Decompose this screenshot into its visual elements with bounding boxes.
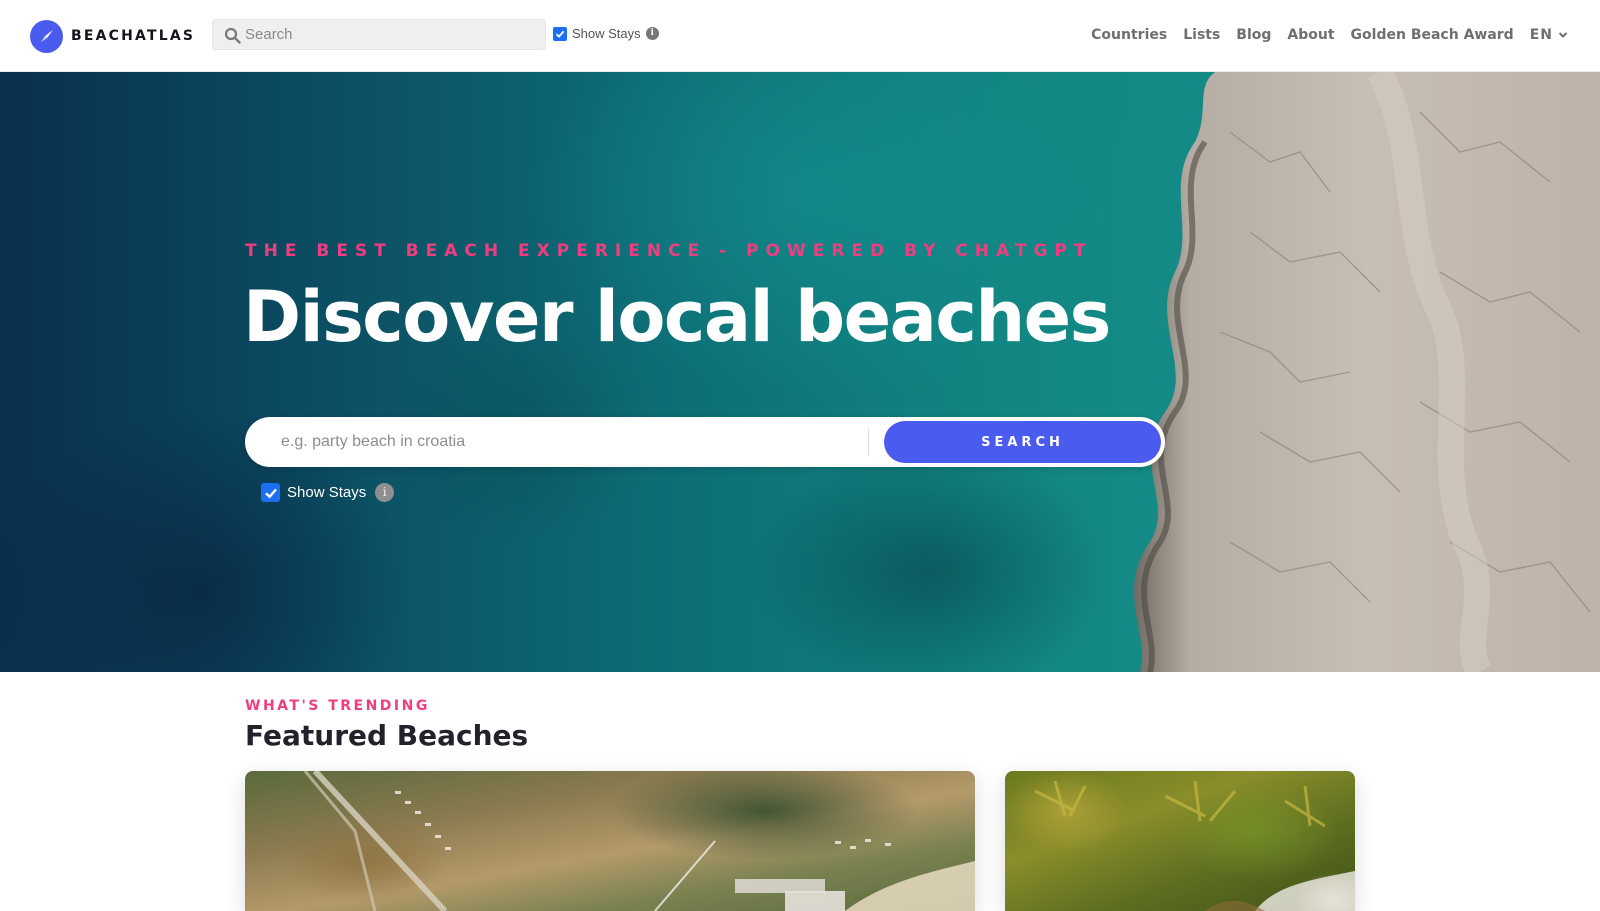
- hero-content: THE BEST BEACH EXPERIENCE - POWERED BY C…: [243, 72, 1245, 672]
- nav-link-blog[interactable]: Blog: [1236, 27, 1271, 43]
- section-eyebrow: WHAT'S TRENDING: [245, 698, 430, 714]
- language-selector[interactable]: EN: [1530, 27, 1568, 43]
- main-menu: Countries Lists Blog About Golden Beach …: [1075, 24, 1568, 46]
- nav-link-golden-beach-award[interactable]: Golden Beach Award: [1351, 27, 1514, 43]
- header-show-stays-label[interactable]: Show Stays: [572, 26, 641, 41]
- hero-show-stays-label[interactable]: Show Stays: [287, 484, 366, 501]
- nav-link-lists[interactable]: Lists: [1183, 27, 1220, 43]
- hero-show-stays-checkbox[interactable]: [261, 483, 280, 502]
- featured-beach-card[interactable]: [245, 771, 975, 911]
- beach-aerial-photo: [303, 771, 975, 911]
- compass-icon: [30, 19, 63, 53]
- hero-show-stays: Show Stays i: [261, 483, 395, 502]
- section-title: Featured Beaches: [245, 719, 529, 752]
- header-show-stays: Show Stays i: [553, 26, 659, 41]
- language-code: EN: [1529, 27, 1553, 43]
- search-button[interactable]: SEARCH: [884, 421, 1161, 463]
- info-icon[interactable]: i: [645, 27, 659, 40]
- beachatlas-logo[interactable]: BEACHATLAS: [30, 19, 195, 53]
- nav-link-about[interactable]: About: [1287, 27, 1334, 43]
- header-show-stays-checkbox[interactable]: [553, 26, 567, 41]
- top-navigation: BEACHATLAS Show Stays i Countries Lists …: [0, 0, 1600, 72]
- hero-headline: Discover local beaches: [243, 276, 1111, 358]
- header-search-input[interactable]: [245, 20, 541, 49]
- featured-beaches-section: WHAT'S TRENDING Featured Beaches: [245, 672, 1355, 911]
- header-search-box: [212, 19, 546, 50]
- beach-search-input[interactable]: [281, 427, 851, 457]
- hero-search-bar: SEARCH: [245, 417, 1165, 467]
- palm-beach-photo: [1034, 780, 1355, 911]
- search-divider: [868, 429, 869, 455]
- search-icon: [224, 27, 241, 44]
- chevron-down-icon: [1558, 32, 1568, 38]
- info-icon[interactable]: i: [375, 483, 395, 502]
- featured-beach-card[interactable]: [1005, 771, 1355, 911]
- hero-banner: THE BEST BEACH EXPERIENCE - POWERED BY C…: [0, 72, 1600, 672]
- hero-kicker: THE BEST BEACH EXPERIENCE - POWERED BY C…: [245, 241, 1093, 261]
- nav-link-countries[interactable]: Countries: [1091, 27, 1167, 43]
- brand-name: BEACHATLAS: [71, 28, 196, 44]
